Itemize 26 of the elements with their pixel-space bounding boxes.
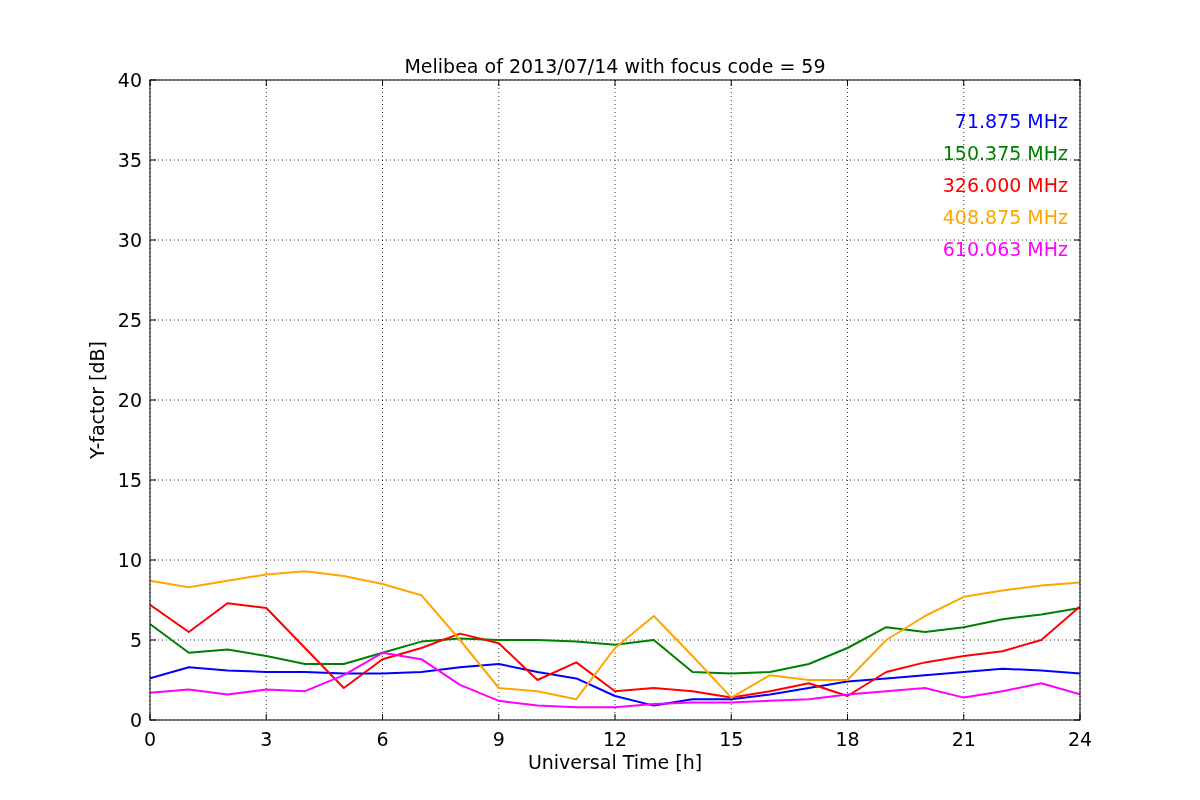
x-axis-label: Universal Time [h] (527, 751, 703, 773)
x-tick-label: 21 (951, 728, 976, 750)
y-tick-label: 20 (117, 389, 142, 411)
x-tick-label: 6 (376, 728, 389, 750)
legend-label: 326.000 MHz (942, 174, 1068, 196)
legend-label: 610.063 MHz (942, 238, 1068, 260)
x-tick-label: 15 (719, 728, 744, 750)
y-axis-label: Y-factor [dB] (86, 341, 108, 459)
x-tick-label: 9 (492, 728, 505, 750)
y-tick-label: 0 (129, 709, 142, 731)
legend-label: 150.375 MHz (942, 142, 1068, 164)
y-tick-label: 40 (117, 69, 142, 91)
chart-title: Melibea of 2013/07/14 with focus code = 59 (404, 55, 826, 77)
x-tick-label: 12 (602, 728, 628, 750)
x-tick-label: 18 (835, 728, 860, 750)
y-tick-label: 35 (117, 149, 142, 171)
y-tick-label: 10 (117, 549, 142, 571)
legend-label: 71.875 MHz (954, 110, 1068, 132)
y-tick-label: 15 (117, 469, 142, 491)
x-tick-label: 0 (143, 728, 157, 750)
y-tick-label: 5 (129, 629, 142, 651)
x-tick-label: 3 (260, 728, 273, 750)
legend-label: 408.875 MHz (942, 206, 1068, 228)
x-tick-label: 24 (1067, 728, 1093, 750)
y-tick-label: 30 (117, 229, 142, 251)
y-tick-label: 25 (117, 309, 142, 331)
